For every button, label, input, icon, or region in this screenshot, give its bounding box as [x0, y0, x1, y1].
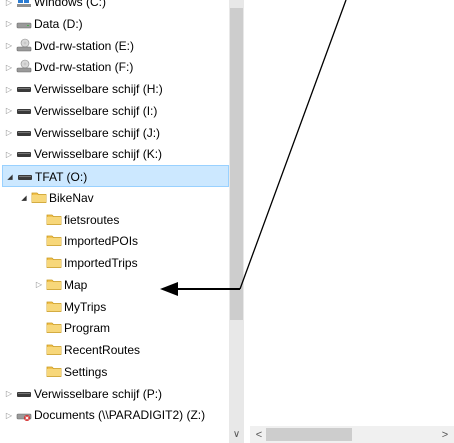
navigation-tree[interactable]: ▷ Windows (C:) ▷ Data (D:) ▷ Dvd-rw-station (…: [0, 0, 229, 443]
removable-drive-icon: [16, 103, 32, 117]
tree-item-label: Verwisselbare schijf (H:): [34, 82, 163, 96]
collapsed-chevron-icon[interactable]: ▷: [4, 84, 14, 94]
tree-item[interactable]: fietsroutes: [0, 209, 229, 231]
expanded-chevron-icon[interactable]: ◢: [5, 172, 15, 182]
tree-item-label: Verwisselbare schijf (J:): [34, 125, 161, 140]
folder-icon: [46, 299, 62, 313]
network-drive-icon: [16, 407, 32, 422]
removable-drive-icon: [16, 81, 32, 95]
collapsed-chevron-icon[interactable]: ▷: [4, 410, 14, 420]
tree-item[interactable]: ▷ Verwisselbare schijf (P:): [0, 383, 229, 405]
removable-drive-icon: [16, 125, 32, 139]
tree-item-label: Dvd-rw-station (F:): [34, 60, 134, 75]
tree-item-label: ImportedTrips: [64, 256, 138, 270]
folder-icon: [31, 190, 47, 204]
windows-drive-icon: [16, 0, 32, 8]
collapsed-chevron-icon[interactable]: ▷: [4, 389, 14, 399]
collapsed-chevron-icon[interactable]: ▷: [4, 128, 14, 138]
tree-item[interactable]: ▷ Verwisselbare schijf (I:): [0, 100, 229, 122]
collapsed-chevron-icon[interactable]: ▷: [4, 19, 14, 29]
tree-item-label: Map: [64, 277, 88, 292]
dvd-drive-icon: [16, 38, 32, 52]
folder-icon: [46, 364, 62, 378]
removable-drive-icon: [16, 386, 32, 400]
tree-item-label: MyTrips: [64, 299, 107, 314]
tree-item-label: Documents (\\PARADIGIT2) (Z:): [34, 408, 206, 423]
tree-item[interactable]: RecentRoutes: [0, 339, 229, 361]
tree-item-label: RecentRoutes: [64, 343, 141, 357]
scroll-left-button[interactable]: <: [252, 426, 266, 443]
folder-icon: [46, 255, 62, 269]
tree-item[interactable]: Settings: [0, 361, 229, 383]
folder-icon: [46, 233, 62, 247]
folder-icon: [46, 212, 62, 226]
horizontal-scrollbar-thumb[interactable]: [266, 428, 352, 441]
expanded-chevron-icon[interactable]: ◢: [19, 193, 29, 203]
tree-item[interactable]: ▷ Map: [0, 274, 229, 296]
tree-item-label: Verwisselbare schijf (I:): [34, 103, 158, 118]
vertical-scrollbar-thumb[interactable]: [230, 8, 243, 320]
tree-item-label: Windows (C:): [34, 0, 107, 9]
tree-item[interactable]: ▷ Documents (\\PARADIGIT2) (Z:): [0, 404, 229, 426]
tree-item[interactable]: ImportedPOIs: [0, 230, 229, 252]
scroll-right-button[interactable]: >: [438, 426, 452, 443]
collapsed-chevron-icon[interactable]: ▷: [34, 280, 44, 290]
tree-item-label: fietsroutes: [64, 212, 120, 227]
tree-item[interactable]: MyTrips: [0, 296, 229, 318]
collapsed-chevron-icon[interactable]: ▷: [4, 62, 14, 72]
collapsed-chevron-icon[interactable]: ▷: [4, 0, 14, 7]
tree-item[interactable]: ◢ TFAT (O:): [2, 165, 229, 187]
folder-icon: [46, 277, 62, 291]
tree-item-label: Program: [64, 321, 111, 336]
hard-drive-icon: [16, 16, 32, 30]
tree-item-label: TFAT (O:): [35, 170, 88, 184]
tree-item-label: Dvd-rw-station (E:): [34, 38, 135, 53]
tree-item[interactable]: ▷ Verwisselbare schijf (K:): [0, 143, 229, 165]
tree-item[interactable]: ◢ BikeNav: [0, 187, 229, 209]
tree-item-label: BikeNav: [49, 190, 94, 205]
tree-item-label: Settings: [64, 364, 108, 379]
tree-item-label: Verwisselbare schijf (P:): [34, 386, 163, 401]
tree-item[interactable]: ImportedTrips: [0, 252, 229, 274]
tree-item[interactable]: ▷ Dvd-rw-station (F:): [0, 56, 229, 78]
tree-item-label: ImportedPOIs: [64, 234, 139, 249]
tree-item[interactable]: ▷ Data (D:): [0, 13, 229, 35]
tree-item[interactable]: ▷ Verwisselbare schijf (H:): [0, 78, 229, 100]
tree-item[interactable]: ▷ Verwisselbare schijf (J:): [0, 122, 229, 144]
tree-item[interactable]: ▷ Windows (C:): [0, 0, 229, 13]
removable-drive-icon: [17, 169, 33, 183]
tree-item[interactable]: ▷ Dvd-rw-station (E:): [0, 35, 229, 57]
collapsed-chevron-icon[interactable]: ▷: [4, 149, 14, 159]
dvd-drive-icon: [16, 59, 32, 73]
tree-item-label: Data (D:): [34, 16, 83, 31]
scroll-down-button[interactable]: ∨: [229, 426, 244, 443]
folder-icon: [46, 320, 62, 334]
collapsed-chevron-icon[interactable]: ▷: [4, 106, 14, 116]
removable-drive-icon: [16, 146, 32, 160]
tree-item[interactable]: Program: [0, 317, 229, 339]
annotation-diagonal-line: [239, 0, 347, 290]
folder-icon: [46, 342, 62, 356]
collapsed-chevron-icon[interactable]: ▷: [4, 41, 14, 51]
tree-item-label: Verwisselbare schijf (K:): [34, 147, 163, 162]
